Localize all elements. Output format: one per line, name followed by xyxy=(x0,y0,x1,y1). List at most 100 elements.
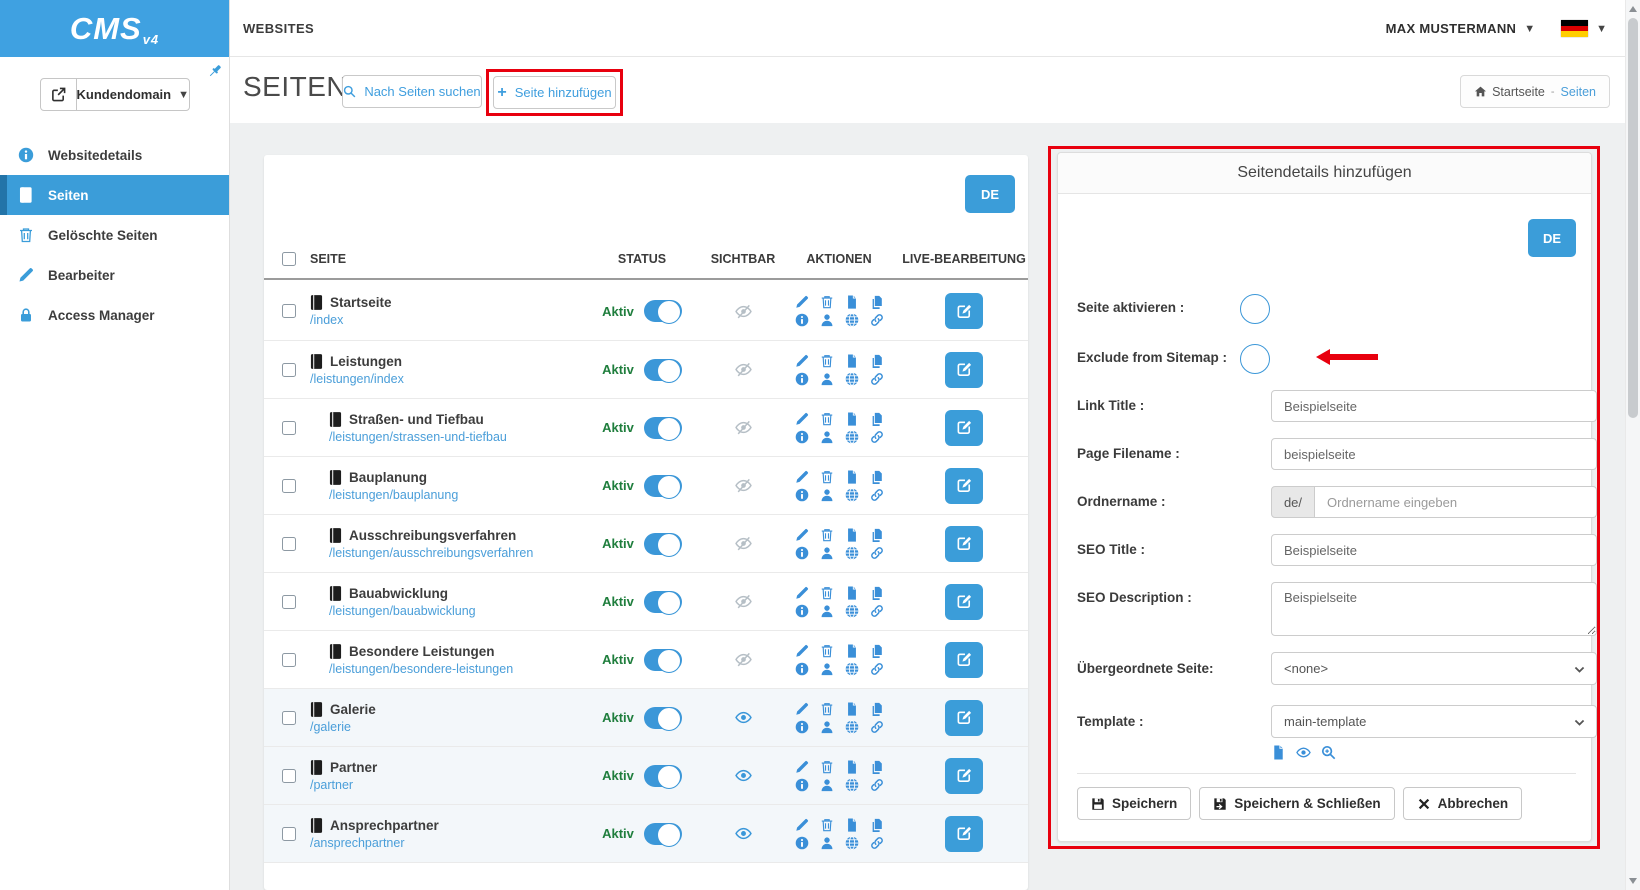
delete-trash-icon[interactable] xyxy=(819,354,835,368)
delete-trash-icon[interactable] xyxy=(819,470,835,484)
edit-pencil-icon[interactable] xyxy=(794,702,810,716)
delete-trash-icon[interactable] xyxy=(819,818,835,832)
row-checkbox[interactable] xyxy=(282,479,296,493)
page-file-icon[interactable] xyxy=(844,354,860,368)
status-toggle[interactable] xyxy=(644,359,682,381)
info-circle-icon[interactable] xyxy=(794,836,810,850)
page-file-icon[interactable] xyxy=(844,818,860,832)
row-checkbox[interactable] xyxy=(282,421,296,435)
add-page-button[interactable]: + Seite hinzufügen xyxy=(493,76,616,109)
user-icon[interactable] xyxy=(819,313,835,327)
user-icon[interactable] xyxy=(819,604,835,618)
page-path-link[interactable]: /leistungen/bauplanung xyxy=(329,488,576,502)
link-icon[interactable] xyxy=(869,372,885,386)
edit-pencil-icon[interactable] xyxy=(794,354,810,368)
scrollbar-up-arrow[interactable] xyxy=(1629,6,1637,12)
page-file-icon[interactable] xyxy=(844,470,860,484)
edit-pencil-icon[interactable] xyxy=(794,470,810,484)
page-file-icon[interactable] xyxy=(844,528,860,542)
page-file-icon[interactable] xyxy=(844,295,860,309)
row-checkbox[interactable] xyxy=(282,653,296,667)
seo-description-textarea[interactable]: Beispielseite xyxy=(1271,582,1597,636)
delete-trash-icon[interactable] xyxy=(819,295,835,309)
page-path-link[interactable]: /leistungen/bauabwicklung xyxy=(329,604,576,618)
status-toggle[interactable] xyxy=(644,765,682,787)
info-circle-icon[interactable] xyxy=(794,546,810,560)
info-circle-icon[interactable] xyxy=(794,372,810,386)
delete-trash-icon[interactable] xyxy=(819,760,835,774)
domain-selector-button[interactable]: Kundendomain▼ xyxy=(40,78,190,111)
duplicate-copy-icon[interactable] xyxy=(869,528,885,542)
info-circle-icon[interactable] xyxy=(794,662,810,676)
globe-icon[interactable] xyxy=(844,778,860,792)
language-badge-de[interactable]: DE xyxy=(1528,219,1576,257)
row-checkbox[interactable] xyxy=(282,304,296,318)
link-icon[interactable] xyxy=(869,720,885,734)
save-button[interactable]: Speichern xyxy=(1077,787,1191,820)
page-path-link[interactable]: /leistungen/ausschreibungsverfahren xyxy=(329,546,576,560)
user-icon[interactable] xyxy=(819,720,835,734)
page-path-link[interactable]: /partner xyxy=(310,778,576,792)
link-icon[interactable] xyxy=(869,313,885,327)
breadcrumb-home[interactable]: Startseite xyxy=(1474,85,1545,99)
zoom-plus-icon[interactable] xyxy=(1321,745,1336,760)
duplicate-copy-icon[interactable] xyxy=(869,818,885,832)
user-icon[interactable] xyxy=(819,546,835,560)
globe-icon[interactable] xyxy=(844,430,860,444)
page-file-icon[interactable] xyxy=(844,702,860,716)
live-edit-button[interactable] xyxy=(945,584,983,620)
status-toggle[interactable] xyxy=(644,823,682,845)
link-icon[interactable] xyxy=(869,778,885,792)
link-icon[interactable] xyxy=(869,662,885,676)
link-icon[interactable] xyxy=(869,546,885,560)
chevron-down-icon[interactable]: ▼ xyxy=(1524,23,1535,35)
eye-icon[interactable] xyxy=(1296,745,1311,760)
user-icon[interactable] xyxy=(819,372,835,386)
duplicate-copy-icon[interactable] xyxy=(869,412,885,426)
globe-icon[interactable] xyxy=(844,720,860,734)
page-path-link[interactable]: /galerie xyxy=(310,720,576,734)
duplicate-copy-icon[interactable] xyxy=(869,470,885,484)
status-toggle[interactable] xyxy=(644,707,682,729)
status-toggle[interactable] xyxy=(644,300,682,322)
duplicate-copy-icon[interactable] xyxy=(869,354,885,368)
status-toggle[interactable] xyxy=(644,591,682,613)
edit-pencil-icon[interactable] xyxy=(794,295,810,309)
page-file-icon[interactable] xyxy=(1271,745,1286,760)
info-circle-icon[interactable] xyxy=(794,720,810,734)
page-file-icon[interactable] xyxy=(844,586,860,600)
live-edit-button[interactable] xyxy=(945,526,983,562)
user-icon[interactable] xyxy=(819,430,835,444)
sidebar-item-seiten[interactable]: Seiten xyxy=(0,175,229,215)
link-icon[interactable] xyxy=(869,836,885,850)
edit-pencil-icon[interactable] xyxy=(794,644,810,658)
user-icon[interactable] xyxy=(819,662,835,676)
live-edit-button[interactable] xyxy=(945,293,983,329)
edit-pencil-icon[interactable] xyxy=(794,412,810,426)
globe-icon[interactable] xyxy=(844,604,860,618)
folder-name-input[interactable] xyxy=(1315,486,1597,518)
page-path-link[interactable]: /index xyxy=(310,313,576,327)
row-checkbox[interactable] xyxy=(282,537,296,551)
info-circle-icon[interactable] xyxy=(794,430,810,444)
sidebar-item-bearbeiter[interactable]: Bearbeiter xyxy=(0,255,229,295)
sidebar-item-geloeschte-seiten[interactable]: Gelöschte Seiten xyxy=(0,215,229,255)
link-icon[interactable] xyxy=(869,430,885,444)
user-icon[interactable] xyxy=(819,778,835,792)
info-circle-icon[interactable] xyxy=(794,313,810,327)
page-path-link[interactable]: /leistungen/besondere-leistungen xyxy=(329,662,576,676)
delete-trash-icon[interactable] xyxy=(819,412,835,426)
live-edit-button[interactable] xyxy=(945,410,983,446)
template-select[interactable]: main-template xyxy=(1271,705,1597,738)
globe-icon[interactable] xyxy=(844,372,860,386)
pin-icon[interactable] xyxy=(207,63,223,79)
edit-pencil-icon[interactable] xyxy=(794,760,810,774)
delete-trash-icon[interactable] xyxy=(819,586,835,600)
duplicate-copy-icon[interactable] xyxy=(869,295,885,309)
globe-icon[interactable] xyxy=(844,313,860,327)
page-path-link[interactable]: /ansprechpartner xyxy=(310,836,576,850)
status-toggle[interactable] xyxy=(644,649,682,671)
globe-icon[interactable] xyxy=(844,662,860,676)
parent-page-select[interactable]: <none> xyxy=(1271,652,1597,685)
page-scrollbar[interactable] xyxy=(1625,0,1640,890)
